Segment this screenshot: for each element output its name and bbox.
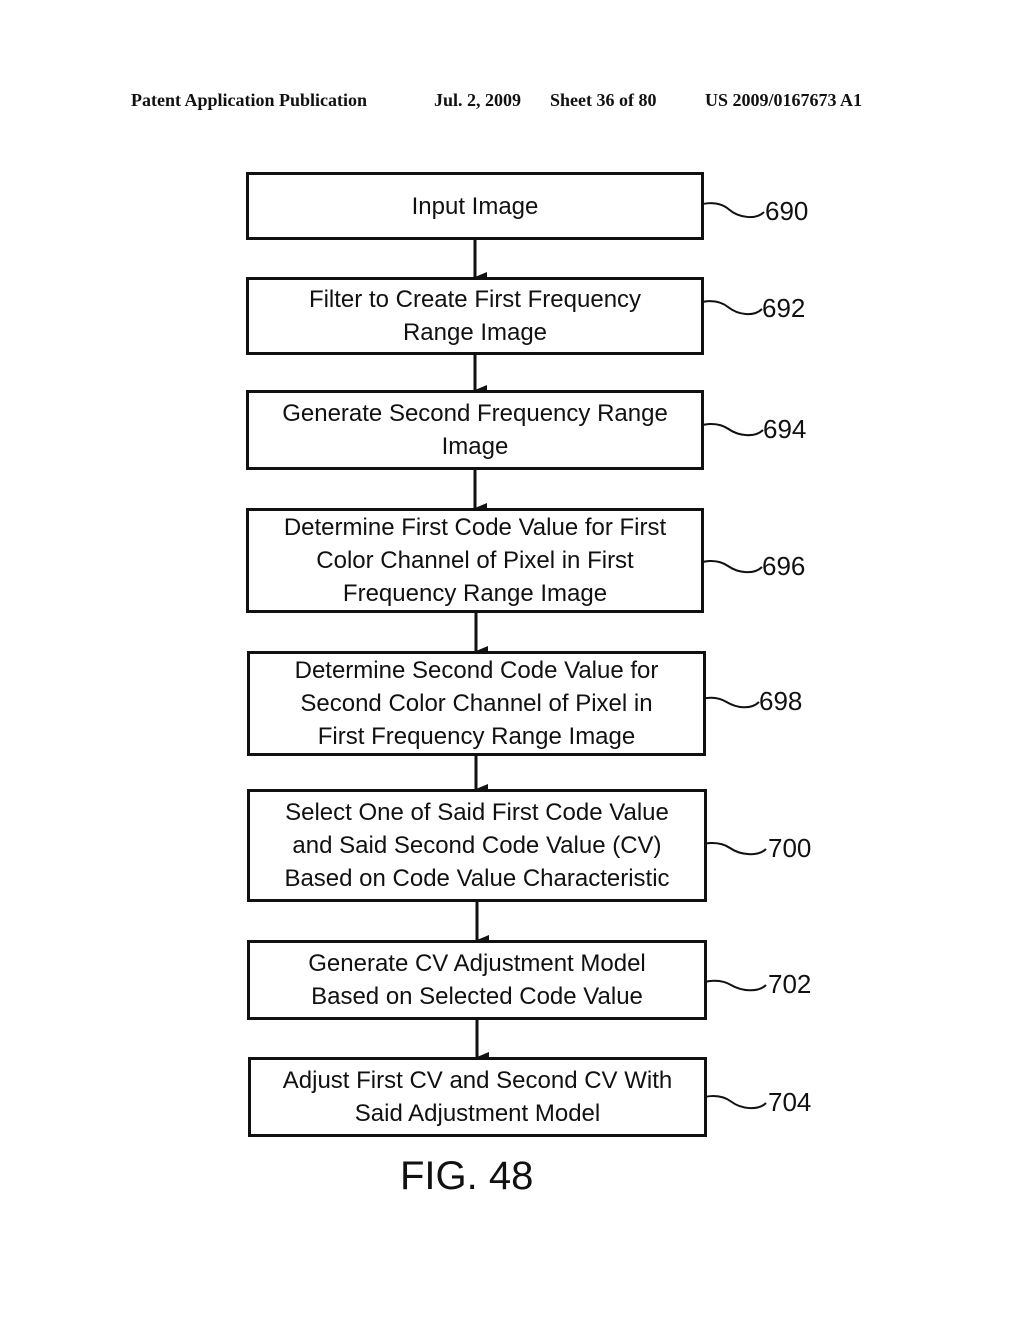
step-text: Filter to Create First Frequency Range I… [308, 286, 642, 346]
step-text: Generate Second Frequency Range Image [282, 400, 668, 460]
step-box-690: Input Image [246, 172, 704, 240]
step-box-702: Generate CV Adjustment Model Based on Se… [247, 940, 707, 1020]
ref-label-702: 702 [768, 969, 812, 999]
ref-label-700: 700 [768, 833, 812, 863]
step-box-692: Filter to Create First Frequency Range I… [246, 277, 704, 355]
ref-label-698: 698 [759, 686, 803, 716]
step-text: Determine Second Code Value for Second C… [294, 657, 659, 750]
ref-label-690: 690 [765, 196, 809, 226]
step-text: Generate CV Adjustment Model Based on Se… [308, 950, 646, 1010]
ref-label-692: 692 [762, 293, 806, 323]
figure-label: FIG. 48 [400, 1154, 534, 1198]
reference-leader-line [693, 202, 765, 218]
step-box-696: Determine First Code Value for First Col… [246, 508, 704, 613]
step-text: Input Image [411, 192, 539, 220]
reference-leader-line [693, 423, 764, 437]
reference-leader-line [693, 300, 763, 315]
step-text: Select One of Said First Code Value and … [284, 799, 670, 892]
reference-leader-line [693, 560, 763, 574]
step-box-698: Determine Second Code Value for Second C… [247, 651, 706, 756]
step-box-694: Generate Second Frequency Range Image [246, 390, 704, 470]
ref-label-704: 704 [768, 1087, 812, 1117]
step-text: Adjust First CV and Second CV With Said … [282, 1067, 673, 1127]
step-box-704: Adjust First CV and Second CV With Said … [248, 1057, 707, 1137]
ref-label-694: 694 [763, 414, 807, 444]
ref-label-696: 696 [762, 551, 806, 581]
step-box-700: Select One of Said First Code Value and … [247, 789, 707, 902]
step-text: Determine First Code Value for First Col… [283, 514, 667, 607]
